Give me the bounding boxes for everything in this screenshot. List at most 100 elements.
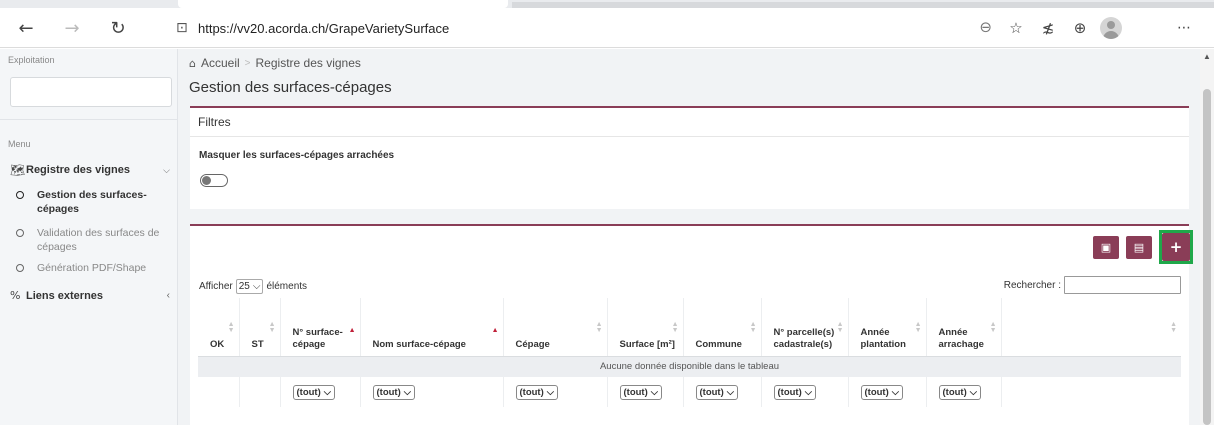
chevron-down-icon: ⌵ — [891, 386, 899, 398]
breadcrumb-separator: > — [244, 57, 251, 69]
lock-icon[interactable]: ⊡ — [176, 20, 188, 36]
column-header[interactable]: ▲ ▼ — [1001, 298, 1181, 357]
sidebar-item-validation[interactable]: Validation des surfaces de cépages — [16, 226, 171, 254]
address-bar[interactable]: ⊡ https://vv20.acorda.ch/GrapeVarietySur… — [162, 14, 996, 42]
chevron-down-icon: ⌵ — [546, 386, 554, 398]
home-icon[interactable]: ⌂ — [189, 57, 196, 70]
hide-uprooted-toggle[interactable] — [200, 174, 228, 187]
export-pdf-button[interactable]: ▤ — [1126, 236, 1152, 259]
chevron-down-icon: ⌵ — [163, 164, 170, 175]
chevron-down-icon: ⌵ — [804, 386, 812, 398]
filter-cell — [239, 377, 281, 407]
table-header-row: OK ▲ ▼ ST ▲ ▼ N° surface-cépage ▲ Nom surface… — [198, 298, 1181, 357]
column-header[interactable]: N° surface-cépage ▲ — [280, 298, 361, 357]
browser-toolbar: ← → ↻ ⊡ https://vv20.acorda.ch/GrapeVari… — [0, 8, 1214, 48]
collections-icon[interactable]: ⊕ — [1068, 16, 1092, 40]
column-header-label: Année arrachage — [938, 326, 984, 350]
column-header-label: Commune — [695, 338, 742, 350]
page-size-value: 25 — [238, 281, 250, 292]
scroll-up-icon[interactable]: ▲ — [1203, 52, 1211, 61]
column-header-label: ST — [251, 338, 264, 350]
url-text[interactable]: https://vv20.acorda.ch/GrapeVarietySurfa… — [198, 21, 449, 36]
forward-arrow-icon[interactable]: → — [60, 16, 84, 40]
column-header-label: N° parcelle(s) cadastrale(s) — [773, 326, 835, 350]
favorites-icon[interactable]: ≴ — [1036, 16, 1060, 40]
tab-strip — [0, 0, 1214, 8]
chevron-down-icon: ⌵ — [403, 386, 411, 398]
column-filter-select[interactable]: (tout) ⌵ — [619, 384, 662, 400]
sidebar-group-label: Registre des vignes — [26, 164, 130, 176]
column-header[interactable]: Nom surface-cépage ▲ — [360, 298, 504, 357]
column-filter-value: (tout) — [699, 386, 724, 398]
sort-asc-icon: ▲ — [491, 327, 499, 334]
column-filter-select[interactable]: (tout) ⌵ — [938, 384, 981, 400]
page-scrollbar[interactable]: ▲ — [1200, 49, 1214, 425]
column-header[interactable]: Cépage ▲ ▼ — [503, 298, 608, 357]
filter-cell: (tout) ⌵ — [848, 377, 927, 407]
sidebar-item-gestion[interactable]: Gestion des surfaces-cépages — [16, 188, 171, 216]
sidebar: Exploitation Menu 🗺 Registre des vignes … — [0, 49, 178, 425]
filter-row: (tout) ⌵ (tout) ⌵ (tout) ⌵ (tout) ⌵ (tout) ⌵ … — [198, 377, 1181, 407]
filter-cell — [198, 377, 240, 407]
column-filter-select[interactable]: (tout) ⌵ — [515, 384, 558, 400]
column-header[interactable]: ST ▲ ▼ — [239, 298, 281, 357]
link-icon: % — [10, 289, 21, 302]
show-prefix: Afficher — [199, 281, 233, 292]
filter-cell: (tout) ⌵ — [683, 377, 762, 407]
scroll-thumb[interactable] — [1203, 89, 1211, 425]
empty-message: Aucune donnée disponible dans le tableau — [198, 356, 1181, 377]
zoom-icon[interactable]: ⊖ — [979, 18, 992, 36]
circle-icon — [16, 229, 24, 237]
filters-card: Filtres Masquer les surfaces-cépages arr… — [190, 106, 1189, 209]
sidebar-group-label: Liens externes — [26, 289, 104, 302]
page-title: Gestion des surfaces-cépages — [189, 79, 392, 96]
page-size-select[interactable]: 25 ⌵ — [235, 279, 264, 294]
filter-cell: (tout) ⌵ — [607, 377, 684, 407]
sort-icon: ▲ ▼ — [595, 321, 603, 334]
map-icon: 🗺 — [10, 163, 26, 177]
filter-cell: (tout) ⌵ — [761, 377, 849, 407]
highlight-box — [1159, 230, 1193, 264]
column-header-label: Année plantation — [860, 326, 906, 350]
column-header[interactable]: Surface [m²] ▲ ▼ — [607, 298, 684, 357]
chevron-down-icon: ⌵ — [726, 386, 734, 398]
column-header[interactable]: Année arrachage ▲ ▼ — [926, 298, 1002, 357]
exploitation-select[interactable] — [10, 77, 172, 107]
chevron-left-icon: ‹ — [166, 290, 170, 301]
profile-avatar[interactable] — [1100, 17, 1122, 39]
column-filter-value: (tout) — [623, 386, 648, 398]
chevron-down-icon: ⌵ — [323, 386, 331, 398]
column-filter-value: (tout) — [519, 386, 544, 398]
empty-row: Aucune donnée disponible dans le tableau — [198, 356, 1181, 377]
column-header-label: Cépage — [515, 338, 550, 350]
search-input[interactable] — [1064, 276, 1181, 294]
export-excel-button[interactable]: ▣ — [1093, 236, 1119, 259]
column-header[interactable]: Commune ▲ ▼ — [683, 298, 762, 357]
column-header[interactable]: OK ▲ ▼ — [198, 298, 240, 357]
column-filter-select[interactable]: (tout) ⌵ — [292, 384, 335, 400]
column-filter-select[interactable]: (tout) ⌵ — [860, 384, 903, 400]
column-header[interactable]: Année plantation ▲ ▼ — [848, 298, 927, 357]
sidebar-item-label: Gestion des surfaces-cépages — [37, 189, 147, 215]
sidebar-item-generation[interactable]: Génération PDF/Shape — [16, 261, 171, 275]
sort-icon: ▲ ▼ — [671, 321, 679, 334]
column-filter-select[interactable]: (tout) ⌵ — [372, 384, 415, 400]
breadcrumb-home[interactable]: Accueil — [201, 56, 240, 70]
column-filter-value: (tout) — [777, 386, 802, 398]
search-control: Rechercher : — [1004, 276, 1181, 294]
filter-cell: (tout) ⌵ — [926, 377, 1002, 407]
sort-icon: ▲ ▼ — [1170, 321, 1177, 334]
column-header[interactable]: N° parcelle(s) cadastrale(s) ▲ ▼ — [761, 298, 849, 357]
back-arrow-icon[interactable]: ← — [14, 16, 38, 40]
menu-label: Menu — [8, 139, 31, 149]
favorite-add-icon[interactable]: ☆ — [1004, 16, 1028, 40]
breadcrumb-current: Registre des vignes — [255, 56, 361, 70]
column-filter-select[interactable]: (tout) ⌵ — [773, 384, 816, 400]
refresh-icon[interactable]: ↻ — [106, 16, 130, 40]
active-tab[interactable] — [178, 0, 508, 8]
sidebar-group-registre[interactable]: 🗺 Registre des vignes ⌵ — [10, 161, 170, 179]
more-icon[interactable]: ⋯ — [1172, 16, 1196, 40]
column-filter-select[interactable]: (tout) ⌵ — [695, 384, 738, 400]
show-suffix: éléments — [266, 281, 308, 292]
sidebar-group-liens[interactable]: % Liens externes ‹ — [10, 289, 170, 302]
